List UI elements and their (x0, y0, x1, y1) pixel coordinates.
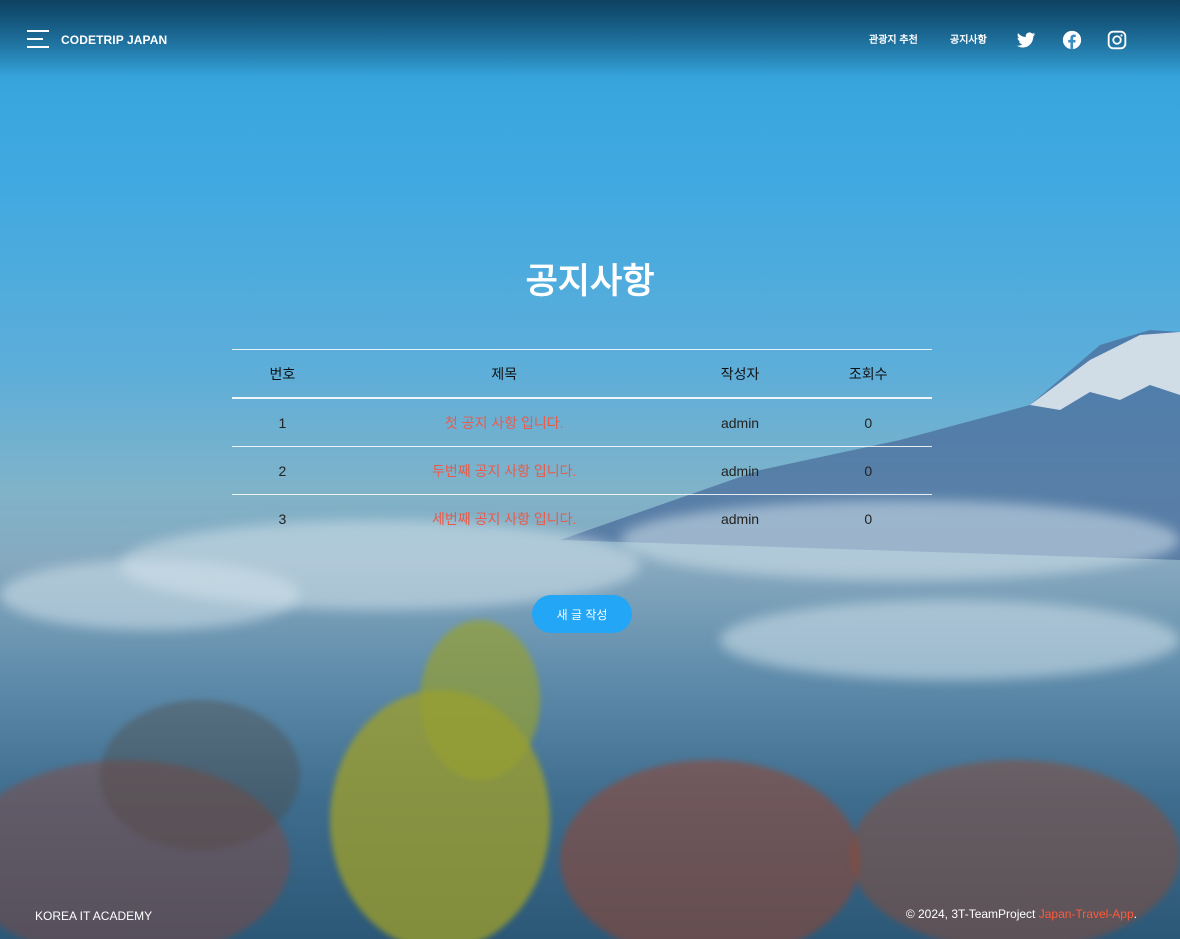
row-views: 0 (804, 446, 932, 495)
row-title-cell: 첫 공지 사항 입니다. (332, 398, 676, 447)
row-number: 3 (278, 510, 287, 527)
table-header-row: 번호 제목 작성자 조회수 (232, 349, 932, 399)
notice-title-link[interactable]: 첫 공지 사항 입니다. (445, 415, 564, 431)
new-post-button[interactable]: 새 글 작성 (532, 595, 632, 633)
column-header-views: 조회수 (804, 349, 932, 399)
column-header-author: 작성자 (675, 349, 805, 399)
notice-table: 번호 제목 작성자 조회수 1 첫 공지 사항 입니다. admin 0 2 두… (232, 349, 932, 542)
row-author: admin (720, 510, 760, 527)
row-author: admin (675, 446, 805, 495)
copyright-suffix: . (1133, 907, 1137, 921)
facebook-icon[interactable] (1062, 30, 1082, 50)
copyright-text: © 2024, 3T-TeamProject (905, 907, 1039, 921)
top-navbar: CODETRIP JAPAN 관광지 추천 공지사항 (0, 0, 1180, 80)
column-header-title: 제목 (332, 349, 676, 399)
nav-link-notice[interactable]: 공지사항 (950, 31, 987, 46)
row-number: 2 (232, 446, 333, 495)
row-views: 0 (864, 510, 873, 527)
brand-logo-text[interactable]: CODETRIP JAPAN (61, 33, 167, 47)
twitter-icon[interactable] (1016, 30, 1036, 50)
table-row: 2 두번째 공지 사항 입니다. admin 0 (232, 446, 932, 495)
instagram-icon[interactable] (1107, 30, 1127, 50)
row-title-cell: 두번째 공지 사항 입니다. (332, 446, 676, 495)
row-number: 1 (232, 398, 333, 447)
project-link[interactable]: Japan-Travel-App (1039, 907, 1134, 921)
footer-academy-name: KOREA IT ACADEMY (35, 909, 153, 923)
notice-title-link[interactable]: 두번째 공지 사항 입니다. (432, 463, 576, 479)
hamburger-menu-icon[interactable] (27, 30, 49, 48)
page-title: 공지사항 (525, 262, 655, 301)
notice-title-link[interactable]: 세번째 공지 사항 입니다. (432, 511, 576, 527)
row-author: admin (675, 398, 805, 447)
footer-copyright: © 2024, 3T-TeamProject Japan-Travel-App. (906, 907, 1137, 921)
column-header-number: 번호 (232, 349, 333, 399)
nav-link-attractions[interactable]: 관광지 추천 (869, 31, 918, 46)
row-views: 0 (804, 398, 932, 447)
table-row: 1 첫 공지 사항 입니다. admin 0 (232, 398, 932, 447)
row-title-cell: 세번째 공지 사항 입니다. (333, 495, 676, 543)
table-row: 3 세번째 공지 사항 입니다. admin 0 (232, 495, 932, 543)
